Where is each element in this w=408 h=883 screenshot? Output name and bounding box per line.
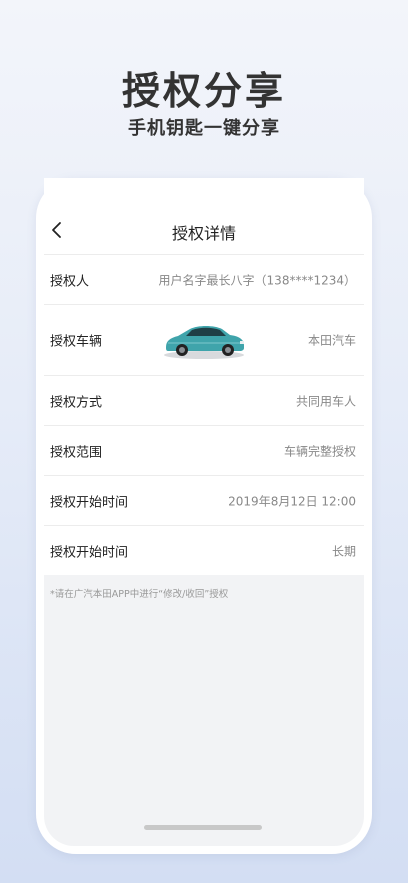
row-value: 共同用车人 xyxy=(295,394,356,408)
phone-frame: 授权详情 授权人 用户名字最长八字（138****1234） 授权车辆 本田汽车… xyxy=(36,178,372,854)
row-vehicle: 授权车辆 本田汽车 xyxy=(44,304,364,375)
row-label: 授权方式 xyxy=(50,395,103,410)
row-value: 2019年8月12日 12:00 xyxy=(228,494,356,508)
row-scope: 授权范围 车辆完整授权 xyxy=(44,425,364,475)
home-indicator[interactable] xyxy=(144,825,262,830)
car-image xyxy=(164,326,244,359)
row-value: 用户名字最长八字（138****1234） xyxy=(158,273,356,287)
footnote: *请在广汽本田APP中进行“修改/收回”授权 xyxy=(50,589,229,600)
row-value: 车辆完整授权 xyxy=(283,444,356,458)
row-label: 授权范围 xyxy=(50,445,103,460)
row-label: 授权车辆 xyxy=(50,334,103,350)
row-start-time: 授权开始时间 2019年8月12日 12:00 xyxy=(44,475,364,525)
row-method: 授权方式 共同用车人 xyxy=(44,375,364,425)
row-label: 授权开始时间 xyxy=(50,545,129,560)
row-value: 本田汽车 xyxy=(307,333,356,348)
row-authorizer: 授权人 用户名字最长八字（138****1234） xyxy=(44,254,364,304)
row-label: 授权人 xyxy=(50,274,90,289)
promo-subline: 手机钥匙一键分享 xyxy=(128,118,280,139)
row-value: 长期 xyxy=(331,544,356,558)
page-title: 授权详情 xyxy=(171,224,236,243)
nav-bar: 授权详情 xyxy=(44,178,364,254)
row-duration: 授权开始时间 长期 xyxy=(44,525,364,575)
detail-list: 授权人 用户名字最长八字（138****1234） 授权车辆 本田汽车 授权方式… xyxy=(44,254,364,575)
phone-screen: 授权详情 授权人 用户名字最长八字（138****1234） 授权车辆 本田汽车… xyxy=(44,178,364,846)
row-label: 授权开始时间 xyxy=(50,495,129,510)
promo-headline: 授权分享 xyxy=(121,69,286,113)
